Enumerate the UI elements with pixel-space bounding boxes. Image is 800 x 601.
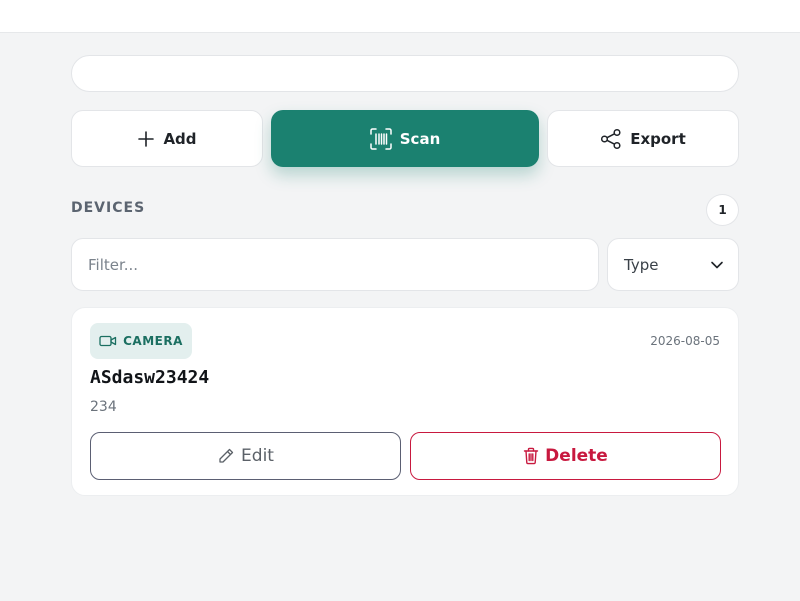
plus-icon (137, 130, 155, 148)
chevron-down-icon (710, 258, 724, 272)
pencil-icon (217, 447, 235, 465)
device-type-badge: CAMERA (90, 323, 192, 359)
camera-icon (99, 334, 117, 348)
delete-button[interactable]: Delete (410, 432, 721, 480)
add-button-label: Add (163, 129, 197, 148)
export-button-label: Export (630, 129, 686, 148)
device-name: ASdasw23424 (90, 367, 210, 388)
device-detail: 234 (90, 399, 117, 415)
top-bar (0, 0, 800, 33)
device-count-badge: 1 (706, 194, 739, 226)
edit-button[interactable]: Edit (90, 432, 401, 480)
search-bar[interactable] (71, 55, 739, 92)
type-select[interactable]: Type (607, 238, 739, 291)
delete-button-label: Delete (545, 446, 608, 466)
add-button[interactable]: Add (71, 110, 263, 167)
scan-button[interactable]: Scan (271, 110, 539, 167)
share-icon (600, 128, 622, 150)
trash-icon (523, 447, 539, 465)
device-date: 2026-08-05 (650, 334, 720, 348)
edit-button-label: Edit (241, 446, 274, 466)
scan-button-label: Scan (399, 129, 441, 148)
filter-input[interactable] (71, 238, 599, 291)
barcode-scan-icon (370, 127, 392, 150)
export-button[interactable]: Export (547, 110, 739, 167)
section-title: DEVICES (71, 200, 146, 216)
type-select-label: Type (624, 255, 659, 274)
device-type-label: CAMERA (123, 334, 183, 348)
device-card: CAMERA 2026-08-05 ASdasw23424 234 Edit D… (71, 307, 739, 496)
